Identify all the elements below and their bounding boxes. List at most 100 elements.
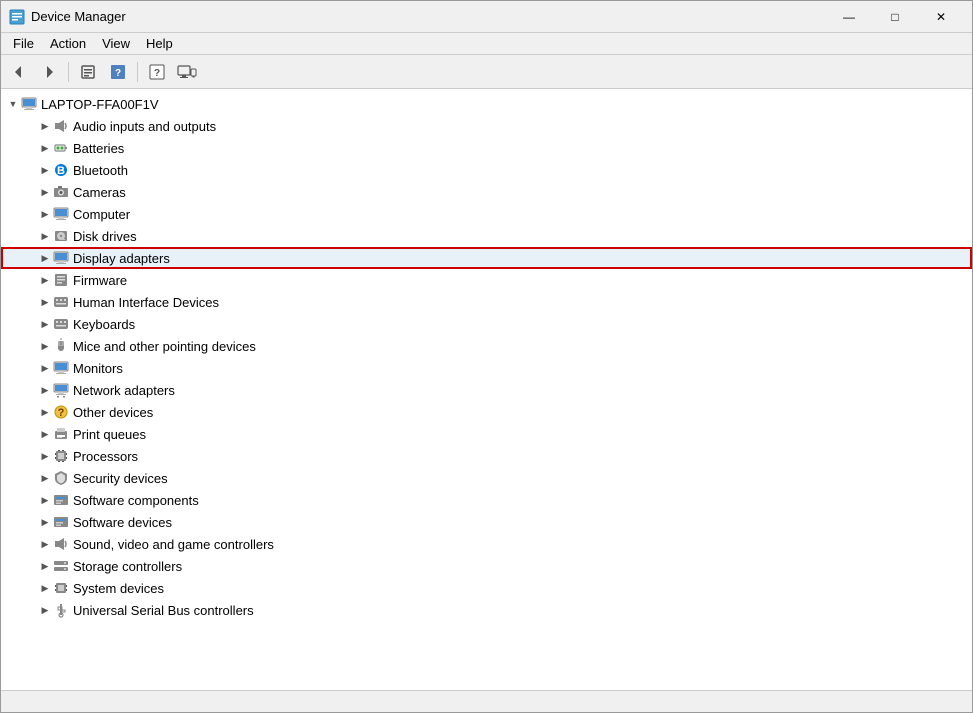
menu-file[interactable]: File [5,34,42,53]
minimize-button[interactable]: — [826,1,872,33]
tree-item-software[interactable]: ▶ Software components [1,489,972,511]
tree-item-softwaredev[interactable]: ▶ Software devices [1,511,972,533]
audio-expand: ▶ [37,118,53,134]
tree-item-mice[interactable]: ▶ Mice and other pointing devices [1,335,972,357]
computer-label: Computer [73,207,130,222]
sound-icon [53,536,69,552]
tree-item-monitors[interactable]: ▶ Monitors [1,357,972,379]
toolbar-sep-1 [68,62,69,82]
tree-item-network[interactable]: ▶ Network adapters [1,379,972,401]
software-expand: ▶ [37,492,53,508]
bluetooth-label: Bluetooth [73,163,128,178]
software-icon [53,492,69,508]
tree-item-print[interactable]: ▶ Print queues [1,423,972,445]
softwaredev-icon [53,514,69,530]
tree-item-system[interactable]: ▶ System devices [1,577,972,599]
other-label: Other devices [73,405,153,420]
menu-action[interactable]: Action [42,34,94,53]
firmware-icon [53,272,69,288]
root-label: LAPTOP-FFA00F1V [41,97,159,112]
sound-expand: ▶ [37,536,53,552]
diskdrives-label: Disk drives [73,229,137,244]
print-icon [53,426,69,442]
menu-view[interactable]: View [94,34,138,53]
storage-label: Storage controllers [73,559,182,574]
security-expand: ▶ [37,470,53,486]
menu-bar: File Action View Help [1,33,972,55]
close-button[interactable]: ✕ [918,1,964,33]
root-expand-arrow: ▼ [5,96,21,112]
hid-expand: ▶ [37,294,53,310]
tree-item-other[interactable]: ▶ ? Other devices [1,401,972,423]
tree-item-sound[interactable]: ▶ Sound, video and game controllers [1,533,972,555]
processors-label: Processors [73,449,138,464]
svg-text:?: ? [115,68,121,79]
network-label: Network adapters [73,383,175,398]
tree-item-audio[interactable]: ▶ Audio inputs and outputs [1,115,972,137]
audio-icon [53,118,69,134]
tree-item-storage[interactable]: ▶ Storage controllers [1,555,972,577]
displayadapters-label: Display adapters [73,251,170,266]
monitors-label: Monitors [73,361,123,376]
tree-item-firmware[interactable]: ▶ Firmware [1,269,972,291]
bluetooth-expand: ▶ [37,162,53,178]
sound-label: Sound, video and game controllers [73,537,274,552]
tree-item-diskdrives[interactable]: ▶ Disk drives [1,225,972,247]
security-label: Security devices [73,471,168,486]
tree-item-security[interactable]: ▶ Security devices [1,467,972,489]
hid-icon [53,294,69,310]
batteries-label: Batteries [73,141,124,156]
cameras-label: Cameras [73,185,126,200]
svg-text:?: ? [58,407,65,419]
update-button[interactable]: ? [104,59,132,85]
svg-text:B: B [57,165,65,177]
print-label: Print queues [73,427,146,442]
back-button[interactable] [5,59,33,85]
usb-icon [53,602,69,618]
maximize-button[interactable]: □ [872,1,918,33]
bluetooth-icon: B [53,162,69,178]
help-button[interactable]: ? [143,59,171,85]
keyboards-icon [53,316,69,332]
keyboards-label: Keyboards [73,317,135,332]
hid-label: Human Interface Devices [73,295,219,310]
tree-item-computer[interactable]: ▶ Computer [1,203,972,225]
tree-item-keyboards[interactable]: ▶ Keyboards [1,313,972,335]
computer-expand: ▶ [37,206,53,222]
diskdrives-icon [53,228,69,244]
print-expand: ▶ [37,426,53,442]
keyboards-expand: ▶ [37,316,53,332]
displayadapters-icon [53,250,69,266]
monitors-expand: ▶ [37,360,53,376]
menu-help[interactable]: Help [138,34,181,53]
window-controls: — □ ✕ [826,1,964,33]
batteries-expand: ▶ [37,140,53,156]
audio-label: Audio inputs and outputs [73,119,216,134]
tree-item-hid[interactable]: ▶ Human Interface Devices [1,291,972,313]
displayadapters-expand: ▶ [37,250,53,266]
cameras-expand: ▶ [37,184,53,200]
softwaredev-label: Software devices [73,515,172,530]
tree-item-bluetooth[interactable]: ▶ B Bluetooth [1,159,972,181]
diskdrives-expand: ▶ [37,228,53,244]
properties-button[interactable] [74,59,102,85]
tree-item-usb[interactable]: ▶ Universal Serial Bus controllers [1,599,972,621]
forward-button[interactable] [35,59,63,85]
monitors-icon [53,360,69,376]
tree-item-batteries[interactable]: ▶ Batteries [1,137,972,159]
other-expand: ▶ [37,404,53,420]
tree-item-displayadapters[interactable]: ▶ Display adapters [1,247,972,269]
softwaredev-expand: ▶ [37,514,53,530]
devices-button[interactable] [173,59,201,85]
computer-tree-icon [53,206,69,222]
system-label: System devices [73,581,164,596]
tree-item-processors[interactable]: ▶ Processors [1,445,972,467]
toolbar-sep-2 [137,62,138,82]
system-expand: ▶ [37,580,53,596]
tree-item-cameras[interactable]: ▶ Cameras [1,181,972,203]
tree-root[interactable]: ▼ LAPTOP-FFA00F1V [1,93,972,115]
tree-view: ▼ LAPTOP-FFA00F1V ▶ Audio [1,89,972,690]
firmware-expand: ▶ [37,272,53,288]
computer-icon [21,96,37,112]
software-label: Software components [73,493,199,508]
